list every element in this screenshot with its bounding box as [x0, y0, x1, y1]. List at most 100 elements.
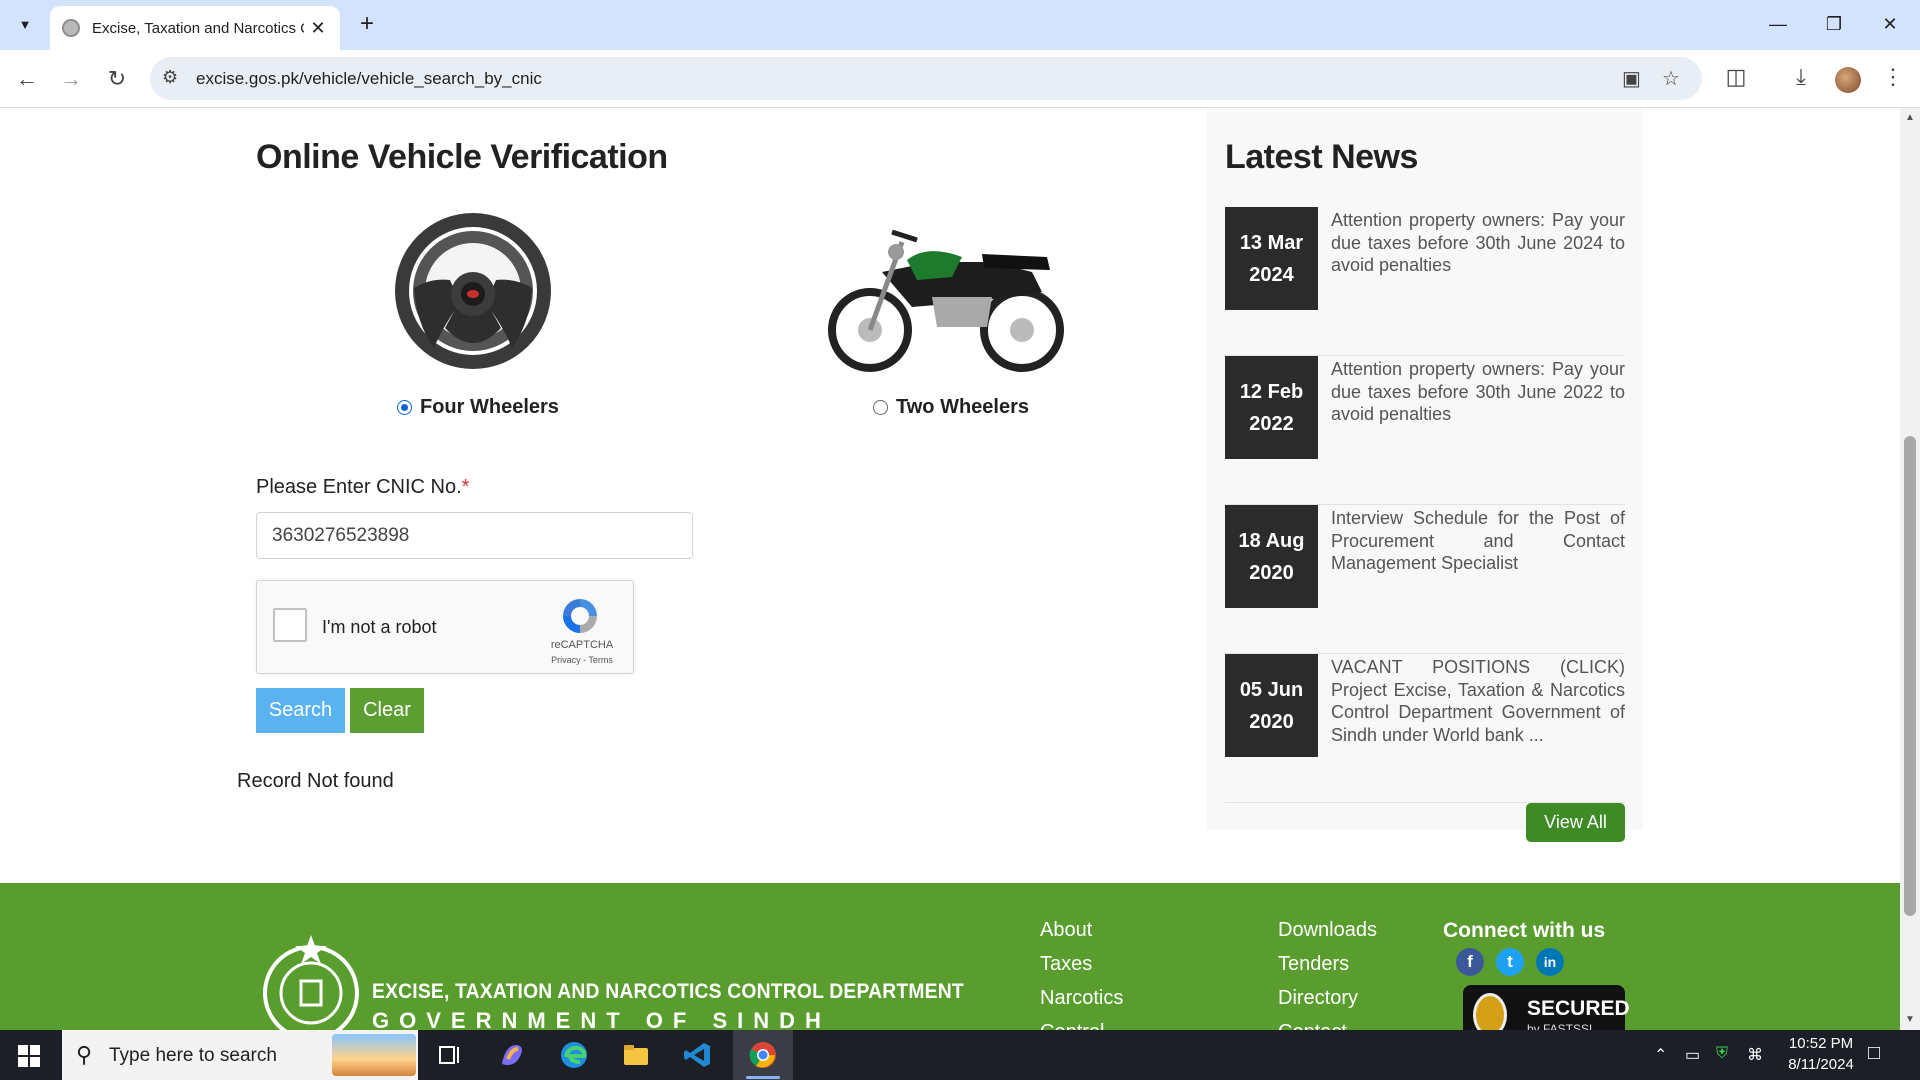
back-icon[interactable]: ←	[12, 64, 42, 94]
edge-browser-icon[interactable]	[558, 1039, 590, 1071]
news-date-day: 12 Feb	[1239, 381, 1304, 403]
address-bar[interactable]: ⚙ excise.gos.pk/vehicle/vehicle_search_b…	[150, 57, 1702, 100]
news-item[interactable]: 05 Jun 2020 VACANT POSITIONS (CLICK) Pro…	[1225, 654, 1625, 803]
reload-icon[interactable]: ↻	[102, 64, 132, 94]
tab-search-icon[interactable]: ▼	[12, 11, 38, 37]
windows-start-icon[interactable]	[18, 1045, 40, 1067]
radio-two-wheelers[interactable]: Two Wheelers	[873, 396, 1029, 419]
footer-link-about[interactable]: About	[1040, 919, 1092, 942]
security-shield-icon[interactable]: ⛨	[1716, 1045, 1728, 1063]
site-favicon-icon	[62, 19, 80, 37]
motorcycle-image[interactable]	[822, 212, 1076, 374]
wifi-icon[interactable]: ⌘	[1747, 1045, 1763, 1065]
scroll-thumb[interactable]	[1904, 436, 1916, 916]
cnic-label-text: Please Enter CNIC No.	[256, 476, 462, 498]
tab-close-icon[interactable]: ✕	[308, 18, 328, 39]
clock-date[interactable]: 8/11/2024	[1776, 1056, 1866, 1073]
twitter-icon[interactable]: t	[1496, 948, 1524, 976]
linkedin-icon[interactable]: in	[1536, 948, 1564, 976]
cnic-input[interactable]	[256, 512, 693, 559]
ssl-secured-badge[interactable]: SECURED by FASTSSL	[1463, 985, 1630, 1030]
notification-icon[interactable]: □	[1868, 1042, 1880, 1065]
footer-link-control[interactable]: Control	[1040, 1021, 1104, 1030]
facebook-icon[interactable]: f	[1456, 948, 1484, 976]
news-item[interactable]: 12 Feb 2022 Attention property owners: P…	[1225, 356, 1625, 505]
recaptcha-logo-icon	[563, 599, 597, 633]
recaptcha-checkbox[interactable]	[273, 608, 307, 642]
radio-four-wheelers-label: Four Wheelers	[420, 396, 559, 418]
file-explorer-icon[interactable]	[620, 1039, 652, 1071]
news-text[interactable]: Attention property owners: Pay your due …	[1331, 358, 1625, 426]
vscode-icon[interactable]	[682, 1039, 714, 1071]
news-date-year: 2022	[1249, 413, 1294, 435]
forward-icon[interactable]: →	[56, 64, 86, 94]
copilot-icon[interactable]	[496, 1039, 528, 1071]
required-mark: *	[461, 476, 470, 498]
minimize-icon[interactable]: —	[1758, 8, 1798, 40]
news-date-day: 18 Aug	[1238, 530, 1305, 552]
browser-toolbar: ← → ↻ ⚙ excise.gos.pk/vehicle/vehicle_se…	[0, 50, 1920, 108]
footer-department-name: EXCISE, TAXATION AND NARCOTICS CONTROL D…	[372, 980, 964, 1003]
page-title: Online Vehicle Verification	[256, 138, 668, 176]
profile-avatar[interactable]	[1835, 67, 1861, 93]
news-text[interactable]: Interview Schedule for the Post of Procu…	[1331, 507, 1625, 575]
camera-off-icon[interactable]: ▣	[1622, 66, 1641, 91]
extensions-icon[interactable]: ◫	[1721, 64, 1751, 90]
taskbar-search-placeholder: Type here to search	[109, 1045, 277, 1066]
battery-icon[interactable]: ▭	[1685, 1045, 1700, 1065]
footer-link-taxes[interactable]: Taxes	[1040, 953, 1092, 976]
footer-link-narcotics[interactable]: Narcotics	[1040, 987, 1123, 1010]
view-all-button[interactable]: View All	[1526, 803, 1625, 842]
news-date: 13 Mar 2024	[1225, 207, 1318, 310]
radio-two-wheelers-dot[interactable]	[873, 400, 888, 415]
ssl-sub: by FASTSSL	[1527, 1022, 1596, 1030]
chrome-browser-icon[interactable]	[747, 1039, 779, 1071]
page-scrollbar[interactable]: ▲ ▼	[1900, 108, 1920, 1030]
clear-button[interactable]: Clear	[350, 688, 424, 733]
lock-icon	[1473, 993, 1507, 1030]
result-message: Record Not found	[237, 770, 394, 792]
new-tab-icon[interactable]: +	[352, 10, 382, 40]
radio-four-wheelers-dot[interactable]	[397, 400, 412, 415]
task-view-icon[interactable]	[434, 1039, 466, 1071]
download-icon[interactable]: ⤓	[1786, 64, 1816, 90]
news-date-year: 2020	[1249, 562, 1294, 584]
close-window-icon[interactable]: ✕	[1870, 8, 1910, 40]
news-date-day: 13 Mar	[1239, 232, 1304, 254]
recaptcha-links[interactable]: Privacy - Terms	[542, 655, 622, 665]
footer-link-contact[interactable]: Contact	[1278, 1021, 1347, 1030]
url-text[interactable]: excise.gos.pk/vehicle/vehicle_search_by_…	[196, 69, 542, 89]
steering-wheel-image[interactable]	[390, 208, 556, 374]
recaptcha-widget: I'm not a robot reCAPTCHA Privacy - Term…	[256, 580, 634, 674]
scroll-down-icon[interactable]: ▼	[1905, 1014, 1915, 1025]
news-item[interactable]: 18 Aug 2020 Interview Schedule for the P…	[1225, 505, 1625, 654]
footer-link-downloads[interactable]: Downloads	[1278, 919, 1377, 942]
browser-tab-bar: ▼ Excise, Taxation and Narcotics C ✕ + —…	[0, 0, 1920, 50]
restore-icon[interactable]: ❐	[1814, 8, 1854, 40]
taskbar-search-box[interactable]: ⚲ Type here to search	[62, 1030, 418, 1080]
news-item[interactable]: 13 Mar 2024 Attention property owners: P…	[1225, 207, 1625, 356]
news-text[interactable]: VACANT POSITIONS (CLICK) Project Excise,…	[1331, 656, 1625, 746]
ssl-text: SECURED	[1527, 997, 1630, 1020]
search-highlight-image	[332, 1034, 416, 1076]
sindh-emblem-logo	[263, 935, 359, 1030]
site-info-icon[interactable]: ⚙	[162, 67, 178, 88]
clock-time[interactable]: 10:52 PM	[1776, 1035, 1866, 1052]
radio-four-wheelers[interactable]: Four Wheelers	[397, 396, 559, 419]
windows-taskbar: ⚲ Type here to search ⌃ ▭ ⛨ ⌘ 10:52 PM 8…	[0, 1030, 1920, 1080]
search-button[interactable]: Search	[256, 688, 345, 733]
page-content: Online Vehicle Verification Four Wheeler…	[0, 108, 1900, 1030]
menu-kebab-icon[interactable]: ⋮	[1878, 64, 1908, 90]
tray-chevron-icon[interactable]: ⌃	[1654, 1045, 1667, 1065]
bookmark-star-icon[interactable]: ☆	[1662, 66, 1680, 91]
news-date: 05 Jun 2020	[1225, 654, 1318, 757]
browser-tab[interactable]: Excise, Taxation and Narcotics C ✕	[50, 6, 340, 50]
connect-title: Connect with us	[1443, 919, 1606, 942]
footer-link-tenders[interactable]: Tenders	[1278, 953, 1349, 976]
news-date-day: 05 Jun	[1239, 679, 1304, 701]
news-date-year: 2020	[1249, 711, 1294, 733]
footer-link-directory[interactable]: Directory	[1278, 987, 1358, 1010]
scroll-up-icon[interactable]: ▲	[1905, 112, 1915, 123]
news-text[interactable]: Attention property owners: Pay your due …	[1331, 209, 1625, 277]
recaptcha-brand: reCAPTCHA	[550, 639, 614, 651]
